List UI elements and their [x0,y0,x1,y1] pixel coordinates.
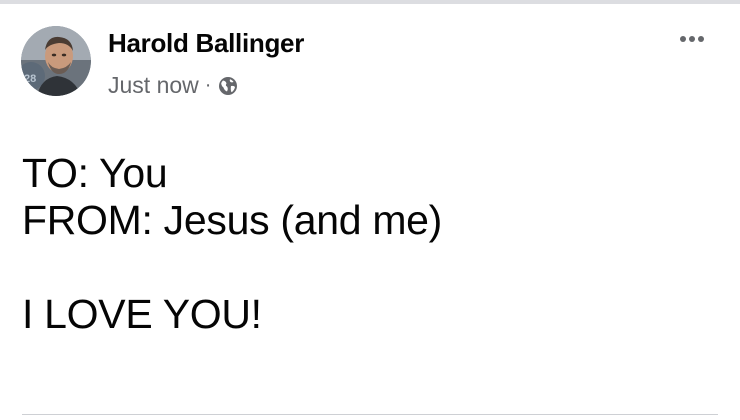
post-author-name[interactable]: Harold Ballinger [108,28,304,59]
post-meta: Just now · [108,70,238,100]
globe-icon[interactable] [218,75,238,95]
post-line-to: TO: You [22,150,168,196]
post-body: TO: You FROM: Jesus (and me) I LOVE YOU! [22,150,722,338]
post-timestamp[interactable]: Just now [108,72,199,99]
post-divider [22,414,718,415]
meta-separator: · [204,73,212,96]
post-line-love: I LOVE YOU! [22,291,262,337]
svg-text:28: 28 [24,73,36,85]
post-line-from: FROM: Jesus (and me) [22,197,443,243]
more-options-icon[interactable] [672,24,712,54]
post-line-blank [22,244,722,291]
avatar[interactable]: 28 [21,26,91,96]
post-card: 28 Harold Ballinger Just now · TO: You F… [0,4,740,420]
avatar-photo: 28 [21,26,91,96]
